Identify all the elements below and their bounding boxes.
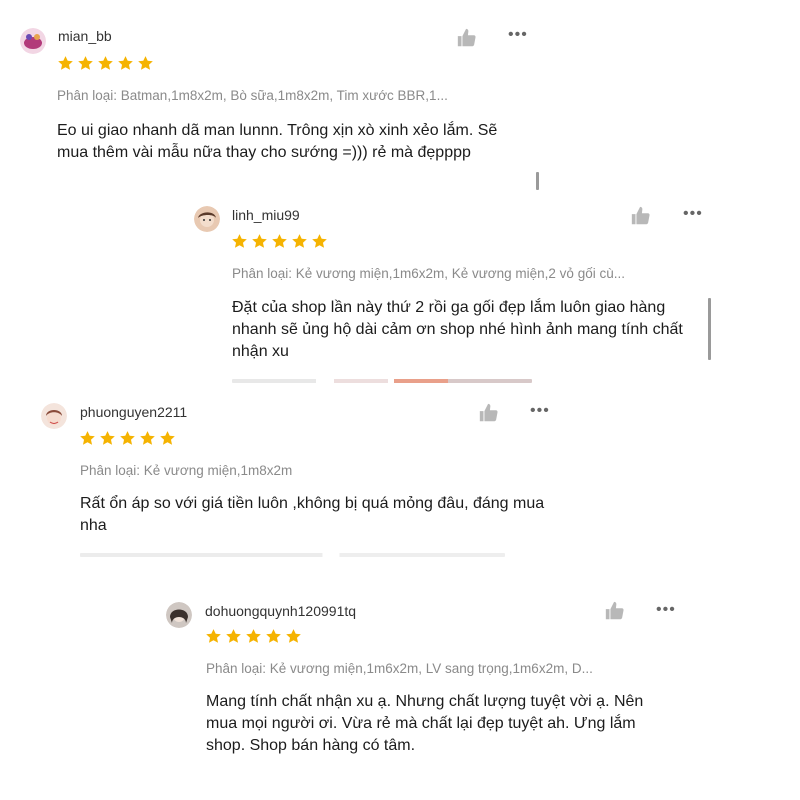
star-icon — [226, 629, 241, 643]
star-rating — [205, 628, 302, 645]
star-icon — [246, 629, 261, 643]
review-comment: Mang tính chất nhận xu ạ. Nhưng chất lượ… — [206, 693, 644, 754]
reviewer-username[interactable]: dohuongquynh120991tq — [205, 603, 356, 619]
thumbs-up-icon[interactable] — [604, 600, 626, 622]
product-variant-label: Phân loại: Kẻ vương miện,1m6x2m, LV sang… — [206, 661, 593, 676]
star-icon — [206, 629, 221, 643]
more-options-icon[interactable]: ••• — [656, 602, 676, 618]
review-item: dohuongquynh120991tq ••• Phân loại: Kẻ v… — [0, 0, 800, 800]
user-avatar[interactable] — [166, 602, 192, 628]
star-icon — [286, 629, 301, 643]
star-icon — [266, 629, 281, 643]
